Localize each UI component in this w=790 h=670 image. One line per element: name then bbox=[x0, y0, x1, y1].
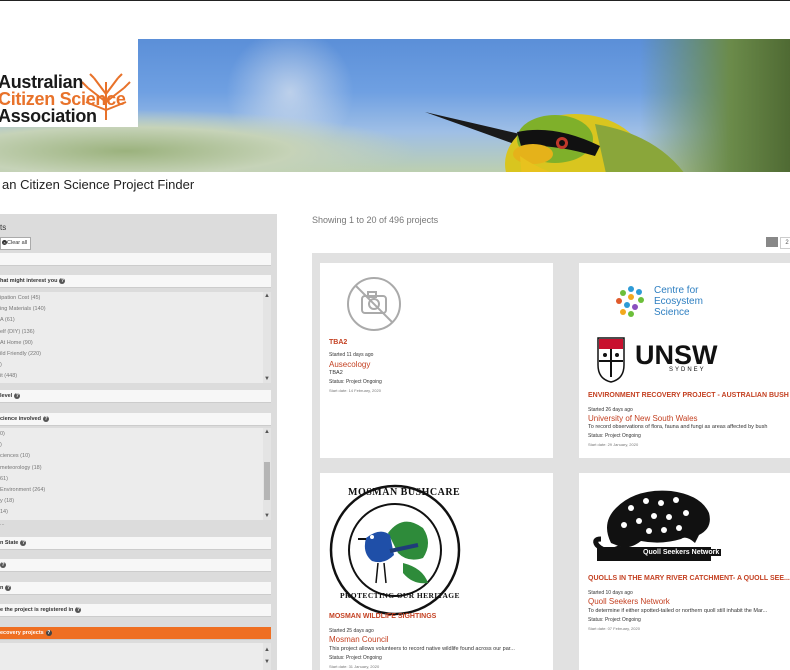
unsw-wordmark: UNSW bbox=[635, 340, 718, 370]
interest-filter-list[interactable]: ipation Cost (45) ing Materials (140) A … bbox=[0, 292, 271, 383]
unsw-crest-icon bbox=[597, 337, 625, 383]
help-icon[interactable]: ? bbox=[45, 629, 52, 636]
level-filter-panel[interactable]: level? bbox=[0, 390, 271, 403]
organisation-link[interactable]: Quoll Seekers Network bbox=[588, 597, 670, 606]
filters-heading: ts bbox=[0, 223, 7, 232]
acsa-logo-text: Australian Citizen Science Association bbox=[0, 72, 126, 126]
help-icon[interactable]: ? bbox=[20, 539, 27, 546]
state-filter-panel[interactable]: n State? bbox=[0, 537, 271, 550]
project-card[interactable]: MOSMAN BUSHCARE PROTECTING OUR HERITAGE … bbox=[320, 473, 553, 670]
scroll-down-icon[interactable]: ▼ bbox=[263, 512, 271, 520]
registered-filter-panel[interactable]: e the project is registered in? bbox=[0, 604, 271, 617]
filter-panel[interactable]: ? bbox=[0, 559, 271, 572]
help-icon[interactable]: ? bbox=[14, 392, 21, 399]
started-text: Started 11 days ago bbox=[329, 352, 374, 358]
project-card[interactable]: TBA2 Started 11 days ago Ausecology TBA2… bbox=[320, 263, 553, 458]
list-item[interactable]: 0) bbox=[0, 429, 271, 440]
filter-panel[interactable]: n? bbox=[0, 582, 271, 595]
clear-all-button[interactable]: ×Clear all bbox=[0, 237, 31, 250]
no-image-icon bbox=[347, 277, 401, 331]
sydney-wordmark: SYDNEY bbox=[669, 367, 706, 373]
help-icon[interactable]: ? bbox=[0, 561, 6, 568]
start-date: Start date: 07 February, 2020 bbox=[588, 626, 640, 631]
status-text: Status: Project Ongoing bbox=[588, 617, 641, 623]
scroll-up-icon[interactable]: ▲ bbox=[263, 428, 271, 436]
project-description: To determine if either spotted-tailed or… bbox=[588, 608, 768, 614]
scroll-up-icon[interactable]: ▲ bbox=[263, 292, 271, 300]
help-icon[interactable]: ? bbox=[5, 584, 12, 591]
status-text: Status: Project Ongoing bbox=[329, 379, 382, 385]
page-button[interactable]: 2 bbox=[780, 237, 790, 249]
project-title[interactable]: TBA2 bbox=[329, 339, 347, 346]
list-item[interactable]: Environment (264) bbox=[0, 485, 271, 496]
project-card[interactable]: Quoll Seekers Network QUOLLS IN THE MARY… bbox=[579, 473, 790, 670]
list-item[interactable]: ipation Cost (45) bbox=[0, 293, 271, 304]
help-icon[interactable]: ? bbox=[42, 415, 49, 422]
project-title[interactable]: MOSMAN WILDLIFE SIGHTINGS bbox=[329, 613, 436, 620]
project-description: This project allows volunteers to record… bbox=[329, 646, 515, 652]
list-item[interactable]: ild Friendly (220) bbox=[0, 349, 271, 360]
organisation-link[interactable]: Ausecology bbox=[329, 360, 370, 369]
interest-filter-panel[interactable]: hat might interest you? bbox=[0, 275, 271, 288]
list-item[interactable]: meteorology (18) bbox=[0, 463, 271, 474]
ecosystem-logo-text: Centre for Ecosystem Science bbox=[654, 285, 703, 318]
ecosystem-science-logo-icon bbox=[616, 286, 644, 317]
started-text: Started 10 days ago bbox=[588, 590, 633, 596]
start-date: Start date: 31 January, 2020 bbox=[329, 664, 380, 669]
window-top-border bbox=[0, 0, 790, 1]
list-item[interactable]: ing Materials (140) bbox=[0, 304, 271, 315]
start-date: Start date: 29 January, 2020 bbox=[588, 442, 639, 447]
mosman-logo-bottom-text: PROTECTING OUR HERITAGE bbox=[340, 591, 460, 600]
help-icon[interactable]: ? bbox=[75, 606, 82, 613]
list-item[interactable]: elf (DIY) (136) bbox=[0, 327, 271, 338]
science-filter-panel[interactable]: cience involved? bbox=[0, 413, 271, 426]
interest-scrollbar[interactable]: ▲ ▼ bbox=[263, 292, 271, 383]
organisation-link[interactable]: University of New South Wales bbox=[588, 414, 698, 423]
science-filter-list[interactable]: 0) ) ciences (10) meteorology (18) 61) E… bbox=[0, 428, 271, 527]
list-item[interactable]: ) bbox=[0, 360, 271, 371]
organisation-link[interactable]: Mosman Council bbox=[329, 635, 389, 644]
list-item[interactable]: ) bbox=[0, 440, 271, 451]
search-filter-panel[interactable] bbox=[0, 253, 271, 266]
help-icon[interactable]: ? bbox=[59, 277, 66, 284]
started-text: Started 26 days ago bbox=[588, 407, 633, 413]
project-title[interactable]: ENVIRONMENT RECOVERY PROJECT - AUSTRALIA… bbox=[588, 392, 789, 399]
results-count: Showing 1 to 20 of 496 projects bbox=[312, 215, 439, 225]
list-item[interactable]: A (61) bbox=[0, 315, 271, 326]
recovery-scrollbar[interactable]: ▲ ▼ bbox=[263, 643, 271, 670]
project-card[interactable]: Centre for Ecosystem Science UNSW SYDNEY… bbox=[579, 263, 790, 458]
scroll-down-icon[interactable]: ▼ bbox=[263, 658, 271, 666]
mosman-logo-top-text: MOSMAN BUSHCARE bbox=[348, 487, 461, 498]
project-description: TBA2 bbox=[329, 370, 343, 376]
scroll-down-icon[interactable]: ▼ bbox=[263, 375, 271, 383]
bee-eater-bird-image bbox=[425, 112, 684, 172]
status-text: Status: Project Ongoing bbox=[329, 655, 382, 661]
status-text: Status: Project Ongoing bbox=[588, 433, 641, 439]
scroll-thumb[interactable] bbox=[264, 462, 270, 500]
list-item[interactable]: At Home (90) bbox=[0, 338, 271, 349]
started-text: Started 25 days ago bbox=[329, 628, 374, 634]
list-item[interactable]: y (18) bbox=[0, 496, 271, 507]
science-scrollbar[interactable]: ▲ ▼ bbox=[263, 428, 271, 520]
page-button-current[interactable] bbox=[766, 237, 778, 247]
list-item[interactable]: it (448) bbox=[0, 371, 271, 382]
list-item[interactable]: 61) bbox=[0, 474, 271, 485]
list-item[interactable]: ciences (10) bbox=[0, 451, 271, 462]
quoll-logo-text: Quoll Seekers Network bbox=[641, 549, 722, 556]
list-item[interactable]: 14) bbox=[0, 507, 271, 518]
page-title: an Citizen Science Project Finder bbox=[2, 177, 195, 192]
list-item[interactable]: ... bbox=[0, 519, 271, 530]
scroll-up-icon[interactable]: ▲ bbox=[263, 646, 271, 654]
recovery-filter-list[interactable]: ▲ ▼ bbox=[0, 643, 271, 670]
project-description: To record observations of flora, fauna a… bbox=[588, 424, 768, 430]
project-title[interactable]: QUOLLS IN THE MARY RIVER CATCHMENT- A QU… bbox=[588, 575, 790, 582]
start-date: Start date: 14 February, 2020 bbox=[329, 388, 381, 393]
recovery-filter-panel[interactable]: ecovery projects? bbox=[0, 627, 271, 640]
